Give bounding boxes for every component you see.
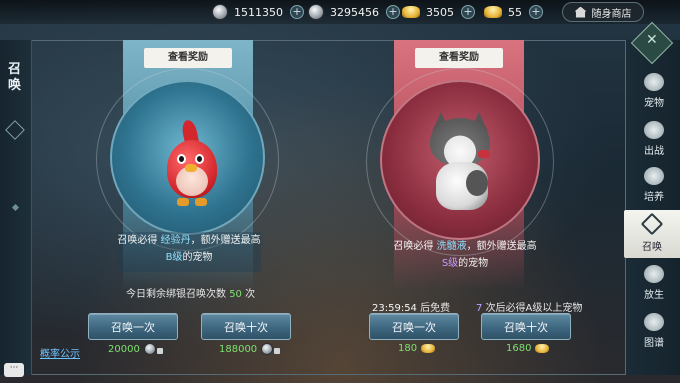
blue-summon-ten-button[interactable]: 召唤十次 [201, 313, 291, 340]
blue-cost-once: 20000 [108, 343, 163, 355]
paw-battle-icon [644, 121, 664, 139]
summon-icon [640, 212, 664, 235]
silver-coins-value: 1511350 [234, 5, 283, 19]
atlas-icon [644, 313, 664, 331]
paw-icon [644, 73, 664, 91]
release-icon [644, 265, 664, 283]
red-view-rewards-button[interactable]: 查看奖励 [415, 48, 503, 68]
bound-silver-icon [261, 343, 274, 355]
bound-silver-icon [143, 343, 156, 355]
gold-ingot-icon [402, 6, 420, 18]
portable-shop-button[interactable]: 随身商店 [562, 2, 644, 22]
add-silver-button[interactable]: + [290, 5, 304, 19]
silver-coins-display: 1511350 + [212, 3, 304, 21]
panel-title: 召唤 [8, 62, 22, 93]
red-description: 召唤必得 洗髓液，额外赠送最高 S级的宠物 [393, 241, 537, 269]
add-bound-gold-button[interactable]: + [529, 5, 543, 19]
train-icon [644, 167, 664, 185]
silver-coin-icon [212, 4, 228, 20]
probability-notice-link[interactable]: 概率公示 [40, 345, 80, 360]
tab-train[interactable]: 培养 [630, 164, 678, 206]
gold-ingot-icon [421, 344, 436, 353]
red-summon-ten-button[interactable]: 召唤十次 [481, 313, 571, 340]
add-gold-button[interactable]: + [461, 5, 475, 19]
red-bird-pet [163, 118, 221, 210]
tab-release[interactable]: 放生 [630, 262, 678, 304]
chat-menu-button[interactable]: ··· [4, 363, 24, 377]
bound-silver-icon [308, 4, 324, 20]
blue-summon-once-button[interactable]: 召唤一次 [88, 313, 178, 340]
shop-label: 随身商店 [591, 8, 632, 20]
add-bound-silver-button[interactable]: + [386, 5, 400, 19]
tab-battle[interactable]: 出战 [630, 118, 678, 160]
gold-ingot-value: 3505 [426, 5, 454, 19]
gold-ingot-icon [535, 344, 550, 353]
gold-ingot-display: 3505 + [402, 3, 475, 21]
bound-gold-icon [484, 6, 502, 18]
tab-summon[interactable]: 召唤 [624, 210, 680, 258]
red-summon-once-button[interactable]: 召唤一次 [369, 313, 459, 340]
bound-gold-display: 55 + [484, 3, 543, 21]
free-summon-timer: 23:59:54 后免费 [372, 303, 451, 314]
blue-reward-item: 经验丹 [160, 235, 191, 246]
bound-silver-value: 3295456 [330, 5, 379, 19]
blue-view-rewards-button[interactable]: 查看奖励 [144, 48, 232, 68]
shop-house-icon [574, 6, 587, 18]
lock-icon [274, 348, 281, 354]
close-icon: ✕ [646, 32, 658, 49]
blue-remaining-summons: 今日剩余绑银召唤次数 50 次 [126, 289, 256, 300]
gray-cat-pet [418, 112, 502, 212]
red-cost-ten: 1680 [506, 343, 550, 354]
red-reward-item: 洗髓液 [436, 241, 467, 252]
bound-gold-value: 55 [508, 5, 522, 19]
tab-atlas[interactable]: 图谱 [630, 310, 678, 352]
bound-silver-display: 3295456 + [308, 3, 400, 21]
blue-cost-ten: 188000 [219, 343, 281, 355]
blue-description: 召唤必得 经验丹，额外赠送最高 B级的宠物 [117, 232, 261, 272]
red-cost-once: 180 [398, 343, 436, 354]
lock-icon [156, 348, 163, 354]
guarantee-counter: 7 次后必得A级以上宠物 [476, 303, 583, 314]
red-reward-grade: S级 [441, 258, 459, 269]
blue-reward-grade: B级 [165, 252, 183, 263]
tab-pets[interactable]: 宠物 [630, 70, 678, 112]
